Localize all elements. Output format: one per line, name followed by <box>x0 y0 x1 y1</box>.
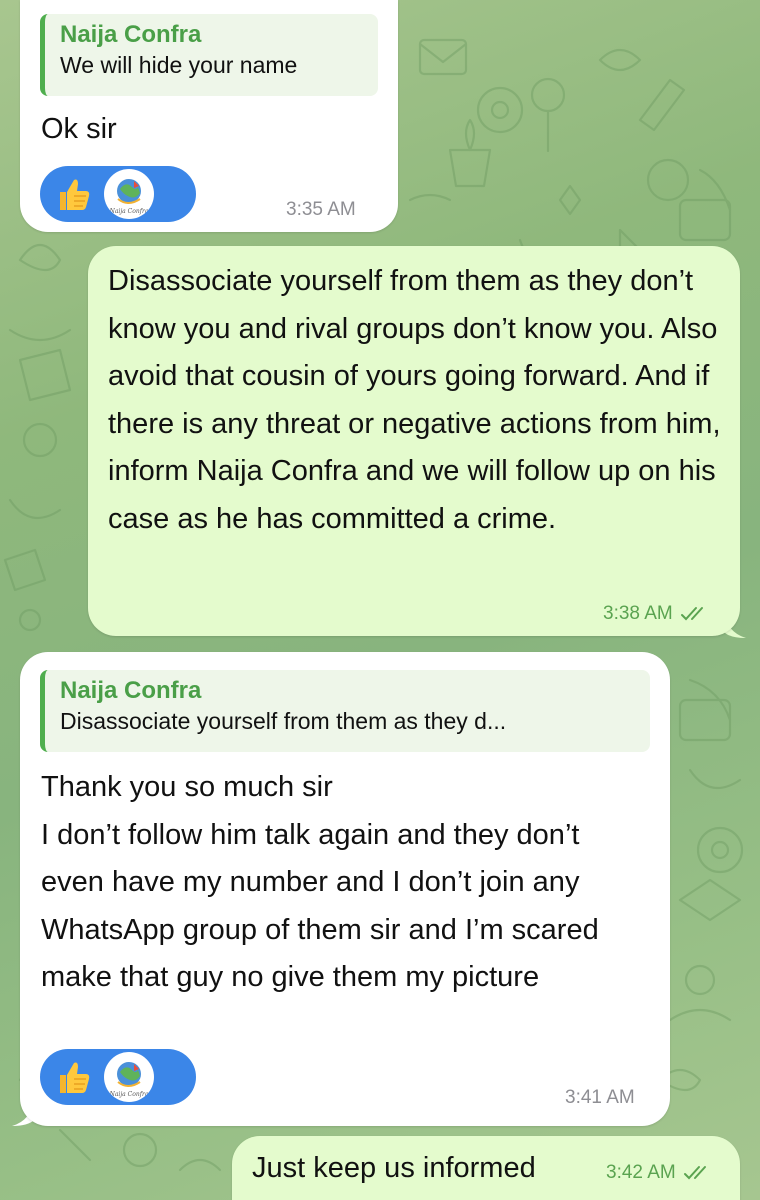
message-time: 3:42 AM <box>606 1162 676 1183</box>
message-text: Disassociate yourself from them as they … <box>108 265 721 535</box>
svg-text:Naija Confra: Naija Confra <box>109 1091 149 1098</box>
thumbs-up-icon <box>50 1055 94 1099</box>
message-bubble-outgoing[interactable]: Disassociate yourself from them as they … <box>88 246 740 636</box>
naija-confra-avatar: Naija Confra <box>104 169 154 219</box>
message-text: Ok sir <box>41 113 117 145</box>
double-check-icon <box>681 606 703 621</box>
reply-snippet: We will hide your name <box>60 52 298 78</box>
reaction-pill[interactable]: Naija Confra <box>40 1049 196 1105</box>
reply-sender-name: Naija Confra <box>60 677 202 704</box>
message-bubble-outgoing[interactable]: Just keep us informed 3:42 AM <box>232 1136 740 1200</box>
reply-quote[interactable]: Naija Confra We will hide your name <box>40 14 378 96</box>
message-text: Just keep us informed <box>252 1152 536 1184</box>
message-timestamp: 3:38 AM <box>603 603 710 625</box>
naija-confra-avatar: Naija Confra <box>104 1052 154 1102</box>
reply-snippet: Disassociate yourself from them as they … <box>60 708 507 734</box>
svg-text:Naija Confra: Naija Confra <box>109 208 149 215</box>
message-text: Thank you so much sir I don’t follow him… <box>41 771 599 993</box>
message-bubble-incoming[interactable]: Naija Confra We will hide your name Ok s… <box>20 0 398 232</box>
message-timestamp: 3:42 AM <box>606 1162 713 1184</box>
message-timestamp: 3:35 AM <box>286 199 356 220</box>
thumbs-up-icon <box>50 172 94 216</box>
message-timestamp: 3:41 AM <box>565 1087 635 1108</box>
reply-quote[interactable]: Naija Confra Disassociate yourself from … <box>40 670 650 752</box>
reaction-pill[interactable]: Naija Confra <box>40 166 196 222</box>
message-bubble-incoming[interactable]: Naija Confra Disassociate yourself from … <box>20 652 670 1126</box>
double-check-icon <box>684 1165 706 1180</box>
reply-sender-name: Naija Confra <box>60 21 202 48</box>
message-time: 3:38 AM <box>603 603 673 624</box>
